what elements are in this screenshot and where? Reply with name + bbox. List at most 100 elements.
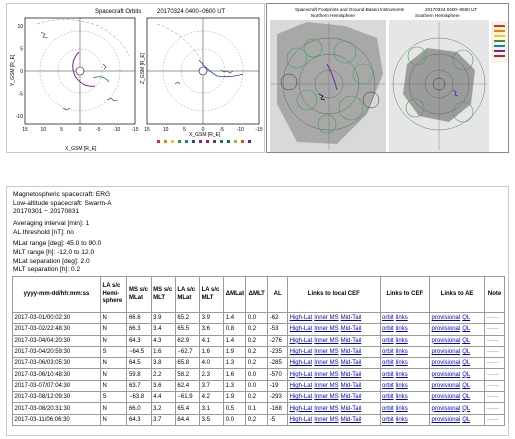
provisional-link[interactable]: provisional — [432, 315, 461, 321]
orbit-link[interactable]: orbit — [382, 383, 394, 389]
cell-note: —— — [484, 413, 505, 426]
ql-link[interactable]: QL — [462, 417, 470, 423]
mid-tail-link[interactable]: Mid-Tail — [341, 383, 362, 389]
mid-tail-link[interactable]: Mid-Tail — [341, 406, 362, 412]
high-lat-link[interactable]: High-Lat — [290, 349, 313, 355]
high-lat-link[interactable]: High-Lat — [290, 326, 313, 332]
orbits-title: Spacecraft Orbits — [95, 9, 141, 15]
provisional-link[interactable]: provisional — [432, 383, 461, 389]
ql-link[interactable]: QL — [462, 383, 470, 389]
cell-ms-mlt: 3.7 — [150, 413, 176, 426]
cef-links-link[interactable]: links — [396, 383, 408, 389]
table-row: 2017-03-06/10:48:30 N 59.8 2.2 58.2 2.3 1.6 0.0… — [11, 368, 505, 381]
ql-link[interactable]: QL — [462, 394, 470, 400]
orbit-link[interactable]: orbit — [382, 349, 394, 355]
tick-label: -5 — [96, 127, 101, 133]
provisional-link[interactable]: provisional — [432, 372, 461, 378]
cell-la-mlt: 4.2 — [199, 391, 225, 404]
orbit-link[interactable]: orbit — [382, 338, 394, 344]
header-note: Note — [484, 276, 505, 313]
cell-links-local-cef: High-Lat Inner MS Mid-Tail — [287, 345, 381, 359]
cell-dmlat: 1.3 — [223, 379, 247, 393]
provisional-link[interactable]: provisional — [432, 417, 461, 423]
high-lat-link[interactable]: High-Lat — [290, 315, 313, 321]
high-lat-link[interactable]: High-Lat — [290, 406, 313, 412]
mid-tail-link[interactable]: Mid-Tail — [341, 394, 362, 400]
mid-tail-link[interactable]: Mid-Tail — [341, 349, 362, 355]
cell-la-mlt: 2.3 — [199, 368, 225, 381]
tick-label: 5 — [20, 47, 23, 53]
ql-link[interactable]: QL — [462, 372, 470, 378]
cell-la-mlat: 62.4 — [174, 379, 201, 393]
cef-links-link[interactable]: links — [396, 349, 408, 355]
provisional-link[interactable]: provisional — [432, 338, 461, 344]
inner-ms-link[interactable]: Inner MS — [314, 315, 338, 321]
cell-dmlat: 1.6 — [223, 368, 247, 381]
orbit-link[interactable]: orbit — [382, 394, 394, 400]
cef-links-link[interactable]: links — [396, 372, 408, 378]
cell-datetime: 2017-03-04/20:59:30 — [11, 345, 102, 359]
cef-links-link[interactable]: links — [396, 338, 408, 344]
cef-links-link[interactable]: links — [396, 394, 408, 400]
table-row: 2017-03-11/06:06:30 N 64.3 3.7 64.4 3.5 0.0 0.2… — [11, 413, 505, 426]
orbit-link[interactable]: orbit — [382, 315, 394, 321]
inner-ms-link[interactable]: Inner MS — [314, 349, 338, 355]
mid-tail-link[interactable]: Mid-Tail — [341, 338, 362, 344]
cef-links-link[interactable]: links — [396, 360, 408, 366]
high-lat-link[interactable]: High-Lat — [290, 360, 313, 366]
mid-tail-link[interactable]: Mid-Tail — [341, 326, 362, 332]
cell-hemisphere: S — [100, 345, 128, 359]
inner-ms-link[interactable]: Inner MS — [314, 383, 338, 389]
high-lat-link[interactable]: High-Lat — [290, 417, 313, 423]
cell-links-ae: provisional QL — [429, 391, 486, 404]
mid-tail-link[interactable]: Mid-Tail — [341, 417, 362, 423]
high-lat-link[interactable]: High-Lat — [290, 383, 313, 389]
high-lat-link[interactable]: High-Lat — [290, 338, 313, 344]
mid-tail-link[interactable]: Mid-Tail — [341, 315, 362, 321]
cef-links-link[interactable]: links — [396, 417, 408, 423]
ql-link[interactable]: QL — [462, 338, 470, 344]
orbit-xy-plot — [24, 17, 136, 125]
orbit-link[interactable]: orbit — [382, 417, 394, 423]
provisional-link[interactable]: provisional — [432, 394, 461, 400]
orbit-link[interactable]: orbit — [382, 406, 394, 412]
inner-ms-link[interactable]: Inner MS — [314, 394, 338, 400]
provisional-link[interactable]: provisional — [432, 326, 461, 332]
mid-tail-link[interactable]: Mid-Tail — [341, 360, 362, 366]
high-lat-link[interactable]: High-Lat — [290, 394, 313, 400]
cell-la-mlt: 3.1 — [199, 402, 225, 415]
ql-link[interactable]: QL — [462, 360, 470, 366]
high-lat-link[interactable]: High-Lat — [290, 372, 313, 378]
southern-hemisphere-label: Southern Hemisphere — [415, 13, 460, 18]
orbit-link[interactable]: orbit — [382, 372, 394, 378]
ql-link[interactable]: QL — [462, 349, 470, 355]
conjunction-search-results: Magnetospheric spacecraft: ERG Low-altit… — [6, 186, 509, 436]
inner-ms-link[interactable]: Inner MS — [314, 417, 338, 423]
provisional-link[interactable]: provisional — [432, 406, 461, 412]
cell-datetime: 2017-03-08/20:31:30 — [11, 402, 102, 415]
inner-ms-link[interactable]: Inner MS — [314, 372, 338, 378]
cef-links-link[interactable]: links — [396, 406, 408, 412]
tick-label: 0 — [20, 69, 23, 75]
inner-ms-link[interactable]: Inner MS — [314, 338, 338, 344]
provisional-link[interactable]: provisional — [432, 349, 461, 355]
inner-ms-link[interactable]: Inner MS — [314, 360, 338, 366]
cell-links-local-cef: High-Lat Inner MS Mid-Tail — [287, 413, 381, 426]
ql-link[interactable]: QL — [462, 326, 470, 332]
orbit-link[interactable]: orbit — [382, 326, 394, 332]
tick-label: -10 — [113, 127, 120, 133]
inner-ms-link[interactable]: Inner MS — [314, 406, 338, 412]
provisional-link[interactable]: provisional — [432, 360, 461, 366]
cef-links-link[interactable]: links — [396, 315, 408, 321]
southern-hemisphere-map — [389, 20, 489, 152]
ql-link[interactable]: QL — [462, 406, 470, 412]
cef-links-link[interactable]: links — [396, 326, 408, 332]
cell-datetime: 2017-03-04/04:20:30 — [11, 334, 102, 347]
conjunction-events-table: yyyy-mm-dd/hh:mm:ss LA s/c Hemi-sphere M… — [11, 276, 505, 426]
inner-ms-link[interactable]: Inner MS — [314, 326, 338, 332]
cell-links-cef: orbit links — [379, 311, 431, 325]
cell-la-mlat: 65.2 — [174, 311, 201, 325]
mid-tail-link[interactable]: Mid-Tail — [341, 372, 362, 378]
ql-link[interactable]: QL — [462, 315, 470, 321]
orbit-link[interactable]: orbit — [382, 360, 394, 366]
